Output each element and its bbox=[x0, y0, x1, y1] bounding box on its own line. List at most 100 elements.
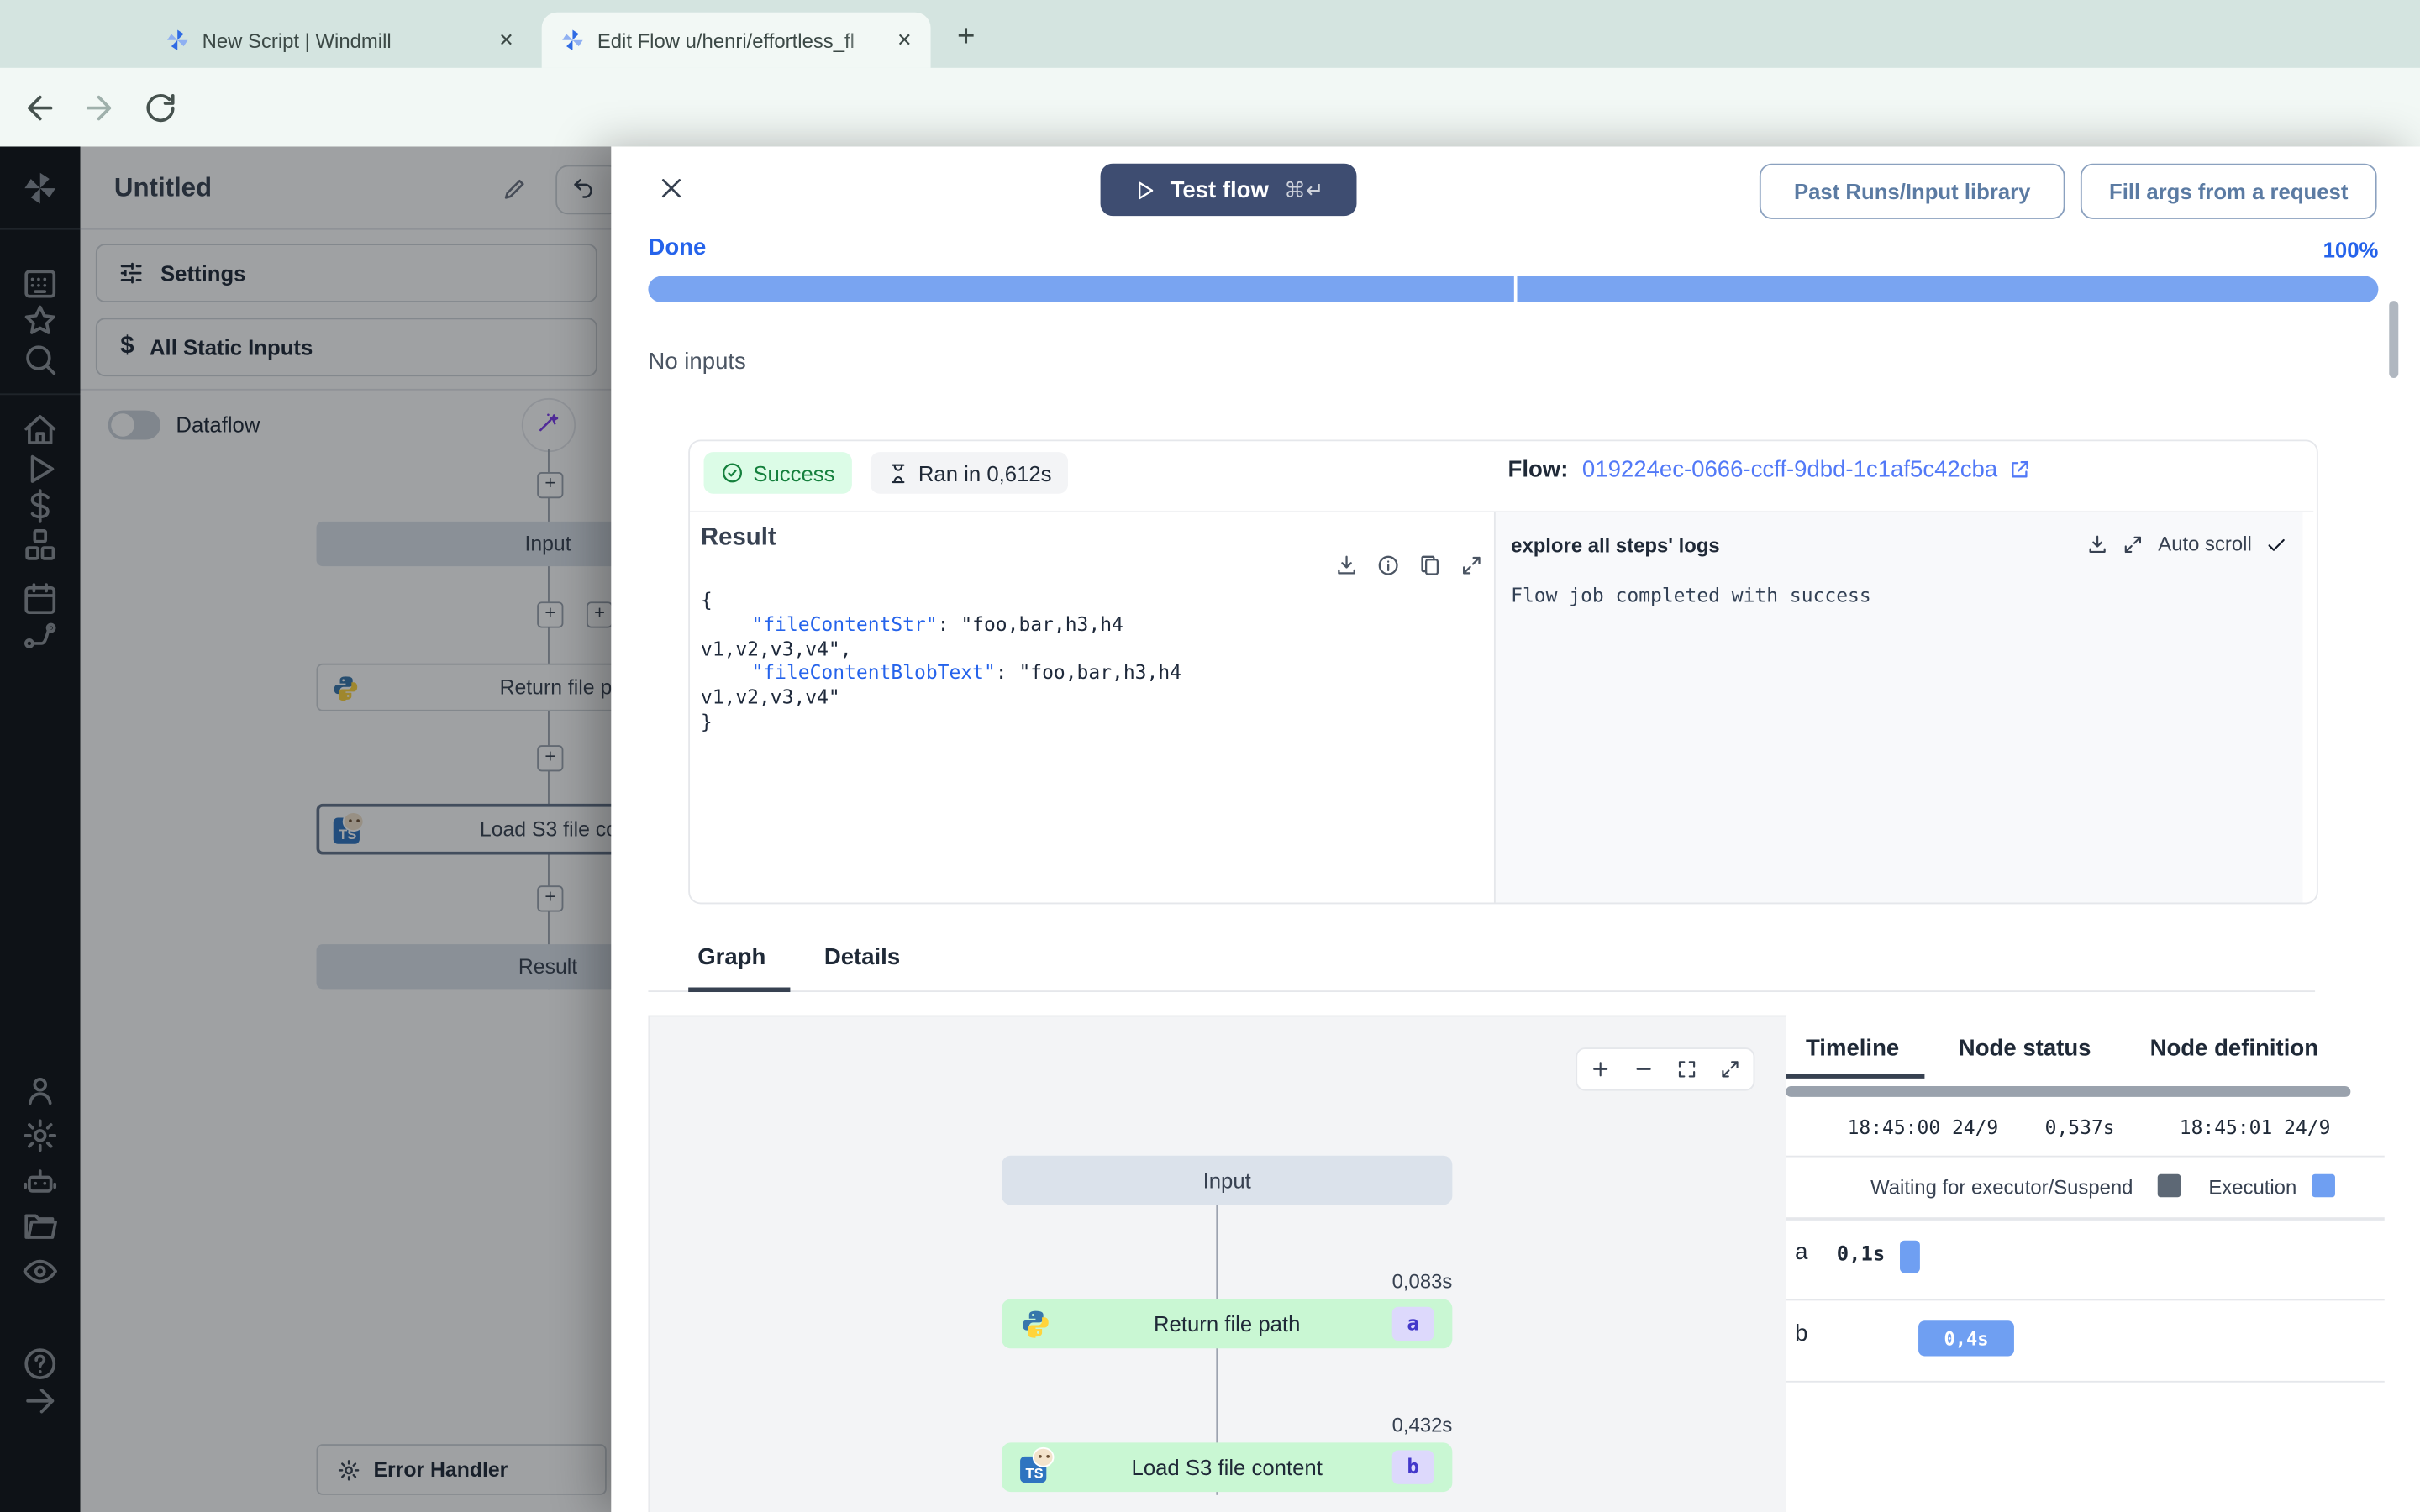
tab-close-icon[interactable]: ✕ bbox=[492, 26, 520, 54]
fullscreen-icon[interactable] bbox=[1719, 1058, 1741, 1080]
progress-percent: 100% bbox=[2323, 237, 2379, 263]
timeline-scrollbar[interactable] bbox=[1786, 1086, 2351, 1097]
logs-title: explore all steps' logs bbox=[1511, 533, 1720, 558]
step-id-badge: b bbox=[1392, 1450, 1434, 1484]
drawer-scrollbar-thumb[interactable] bbox=[2389, 301, 2399, 378]
tab-node-definition[interactable]: Node definition bbox=[2150, 1035, 2318, 1061]
timeline-legend: Waiting for executor/Suspend Execution bbox=[1786, 1156, 2385, 1221]
check-circle-icon bbox=[723, 463, 743, 483]
step-duration: 0,083s bbox=[1392, 1269, 1453, 1294]
graph-node-python[interactable]: Return file path a bbox=[1002, 1299, 1453, 1349]
new-tab-button[interactable]: + bbox=[944, 15, 987, 58]
result-json: {"fileContentStr": "foo,bar,h3,h4 v1,v2,v… bbox=[700, 587, 1181, 733]
step-time: 0,1s bbox=[1836, 1243, 1886, 1267]
copy-clipboard-icon[interactable] bbox=[1418, 554, 1442, 577]
legend-execution-label: Execution bbox=[2208, 1175, 2297, 1200]
flow-id-link[interactable]: 019224ec-0666-ccff-9dbd-1c1af5c42cba bbox=[1582, 457, 1997, 483]
logs-pane: explore all steps' logs Auto scroll Flow… bbox=[1493, 512, 2303, 903]
duration-label: Ran in 0,612s bbox=[918, 460, 1052, 486]
tab-graph[interactable]: Graph bbox=[697, 944, 765, 970]
timeline-row-b: b 0,4s bbox=[1786, 1299, 2385, 1383]
auto-scroll-label[interactable]: Auto scroll bbox=[2158, 533, 2251, 556]
download-icon[interactable] bbox=[1335, 554, 1359, 577]
expand-icon[interactable] bbox=[2123, 533, 2144, 555]
graph-zoom-controls bbox=[1576, 1047, 1755, 1091]
test-flow-label: Test flow bbox=[1170, 176, 1269, 203]
node-label: Load S3 file content bbox=[1131, 1455, 1323, 1480]
flow-id-row: Flow: 019224ec-0666-ccff-9dbd-1c1af5c42c… bbox=[1507, 457, 2031, 483]
result-toolbar bbox=[1335, 554, 1483, 577]
active-tab-underline bbox=[1786, 1074, 1925, 1079]
test-flow-button[interactable]: Test flow ⌘↵ bbox=[1100, 163, 1357, 217]
result-pane: Result {"fileContentStr": "foo,bar,h3,h4… bbox=[690, 512, 1492, 903]
zoom-out-icon[interactable] bbox=[1633, 1058, 1655, 1080]
play-icon bbox=[1139, 181, 1154, 199]
expand-icon[interactable] bbox=[1460, 554, 1484, 577]
tab-node-status[interactable]: Node status bbox=[1959, 1035, 2091, 1061]
total-duration: 0,537s bbox=[2044, 1115, 2115, 1139]
tab-close-icon[interactable]: ✕ bbox=[891, 26, 918, 54]
tab-timeline[interactable]: Timeline bbox=[1806, 1035, 1899, 1061]
tab-title: Edit Flow u/henri/effortless_fl bbox=[597, 28, 855, 52]
windmill-favicon bbox=[562, 29, 583, 50]
download-icon[interactable] bbox=[2087, 533, 2109, 555]
fill-args-button[interactable]: Fill args from a request bbox=[2080, 163, 2377, 219]
step-duration: 0,432s bbox=[1392, 1413, 1453, 1436]
active-tab-underline bbox=[688, 987, 791, 993]
screenshot-root: New Script | Windmill ✕ Edit Flow u/henr… bbox=[0, 0, 2420, 1512]
timeline-row-a: a 0,1s bbox=[1786, 1217, 2385, 1301]
graph-node-s3[interactable]: TS Load S3 file content b bbox=[1002, 1442, 1453, 1493]
zoom-in-icon[interactable] bbox=[1590, 1058, 1612, 1080]
info-icon[interactable] bbox=[1376, 554, 1400, 577]
end-time: 18:45:01 24/9 bbox=[2179, 1115, 2331, 1139]
browser-toolbar: app.windmill.dev/flows/edit/u/henri/effo… bbox=[0, 67, 2420, 199]
result-card-body: Result {"fileContentStr": "foo,bar,h3,h4… bbox=[690, 510, 2314, 903]
external-link-icon[interactable] bbox=[2008, 459, 2032, 482]
run-result-card: Success Ran in 0,612s Flow: 019224ec-066… bbox=[688, 439, 2318, 905]
close-icon[interactable] bbox=[657, 175, 685, 202]
shortcut-hint: ⌘↵ bbox=[1284, 176, 1324, 202]
execution-bar: 0,4s bbox=[1918, 1320, 2014, 1357]
progress-step-divider bbox=[1512, 276, 1517, 302]
status-badge-label: Success bbox=[753, 460, 835, 486]
fit-view-icon[interactable] bbox=[1676, 1058, 1698, 1080]
reload-icon[interactable] bbox=[142, 90, 179, 127]
test-flow-drawer: Test flow ⌘↵ Past Runs/Input library Fil… bbox=[611, 146, 2420, 1512]
forward-icon[interactable] bbox=[81, 90, 118, 127]
result-title: Result bbox=[700, 524, 776, 551]
browser-tab-inactive[interactable]: New Script | Windmill ✕ bbox=[146, 13, 532, 68]
browser-tab-bar: New Script | Windmill ✕ Edit Flow u/henr… bbox=[0, 0, 2420, 68]
node-label: Return file path bbox=[1153, 1311, 1301, 1336]
duration-badge: Ran in 0,612s bbox=[870, 452, 1069, 494]
no-inputs-text: No inputs bbox=[648, 349, 746, 375]
typescript-bun-icon: TS bbox=[1020, 1446, 1055, 1483]
node-label: Input bbox=[1202, 1168, 1251, 1193]
step-id-badge: a bbox=[1392, 1306, 1434, 1341]
check-icon[interactable] bbox=[2265, 533, 2287, 555]
past-runs-button[interactable]: Past Runs/Input library bbox=[1759, 163, 2065, 219]
tab-details[interactable]: Details bbox=[824, 944, 900, 970]
back-icon[interactable] bbox=[22, 90, 59, 127]
progress-bar bbox=[648, 276, 2379, 302]
log-line: Flow job completed with success bbox=[1511, 583, 1871, 606]
windmill-favicon bbox=[166, 29, 188, 50]
tab-baseline bbox=[648, 990, 2316, 993]
flow-graph-viewport[interactable]: Input 0,083s Return file path a 0,432s T… bbox=[648, 1015, 1787, 1512]
tab-title: New Script | Windmill bbox=[202, 28, 392, 52]
python-icon bbox=[1023, 1310, 1049, 1338]
modal-backdrop[interactable] bbox=[0, 146, 612, 1512]
app-window: Untitled Settings $ All Static Inputs Da… bbox=[0, 146, 2420, 1512]
browser-tab-active[interactable]: Edit Flow u/henri/effortless_fl ✕ bbox=[541, 12, 931, 68]
flow-label: Flow: bbox=[1507, 456, 1569, 483]
step-id: a bbox=[1795, 1238, 1808, 1266]
legend-waiting-label: Waiting for executor/Suspend bbox=[1870, 1175, 2133, 1200]
status-done-label: Done bbox=[648, 234, 707, 261]
legend-execution-swatch bbox=[2312, 1173, 2335, 1198]
logs-toolbar: Auto scroll bbox=[2087, 533, 2287, 556]
hourglass-icon bbox=[892, 463, 905, 483]
graph-node-input[interactable]: Input bbox=[1002, 1155, 1453, 1205]
status-badge: Success bbox=[703, 452, 852, 494]
timeline-time-axis: 18:45:00 24/9 0,537s 18:45:01 24/9 bbox=[1786, 1097, 2385, 1158]
legend-waiting-swatch bbox=[2157, 1173, 2181, 1198]
step-id: b bbox=[1795, 1320, 1808, 1347]
